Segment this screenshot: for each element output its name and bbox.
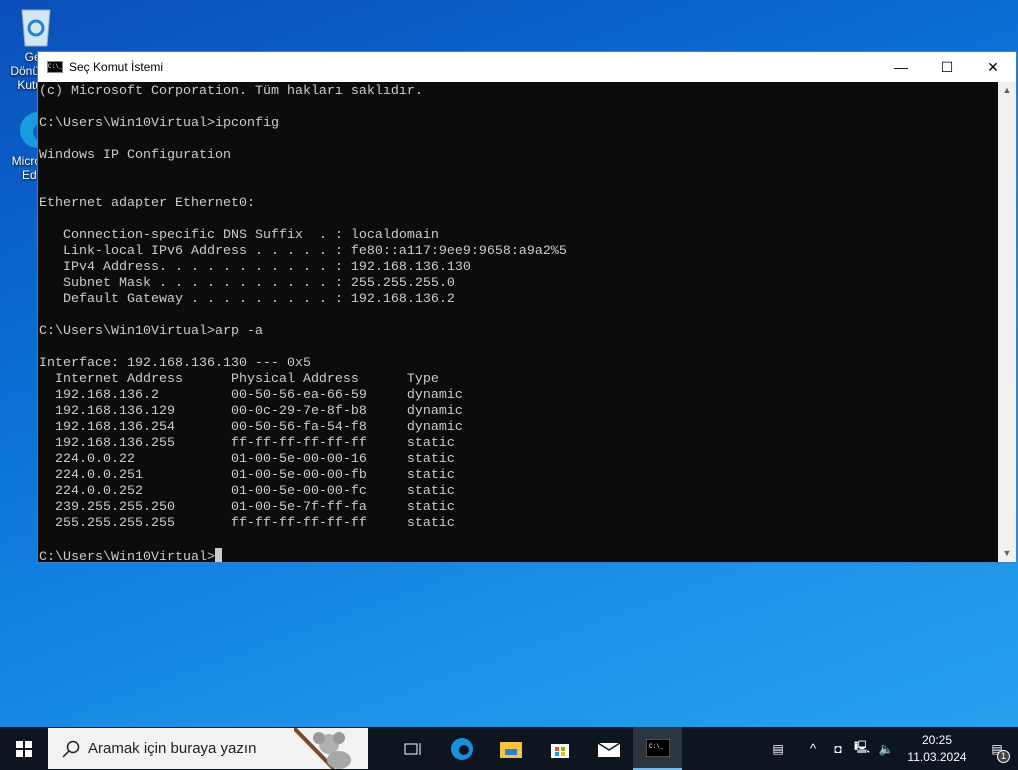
meet-now-icon[interactable]: ◘ <box>826 742 850 756</box>
cmd-icon: C:\_ <box>645 738 670 757</box>
console-line: 224.0.0.22 01-00-5e-00-00-16 static <box>39 452 455 467</box>
console-line: Windows IP Configuration <box>39 148 231 163</box>
search-placeholder: Aramak için buraya yazın <box>88 740 257 757</box>
console-line: 192.168.136.129 00-0c-29-7e-8f-b8 dynami… <box>39 404 463 419</box>
scroll-down-icon[interactable]: ▼ <box>998 545 1016 562</box>
console-line: C:\Users\Win10Virtual>arp -a <box>39 324 263 339</box>
scrollbar[interactable]: ▲ ▼ <box>998 82 1016 562</box>
time: 20:25 <box>921 732 953 747</box>
console-line: 192.168.136.2 00-50-56-ea-66-59 dynamic <box>39 388 463 403</box>
text-cursor <box>214 548 222 562</box>
search-box[interactable]: Aramak için buraya yazın <box>48 728 368 769</box>
date: 11.03.2024 <box>907 749 967 764</box>
mail-icon <box>597 741 620 757</box>
scroll-up-icon[interactable]: ▲ <box>998 82 1016 99</box>
console-line: Subnet Mask . . . . . . . . . . . : 255.… <box>39 276 455 291</box>
console-line: Link-local IPv6 Address . . . . . : fe80… <box>39 244 567 259</box>
notification-center-icon[interactable]: ▤ 1 <box>976 742 1018 763</box>
console-line: Ethernet adapter Ethernet0: <box>39 196 255 211</box>
minimize-button[interactable]: — <box>878 52 924 82</box>
taskbar-mail[interactable] <box>584 727 633 770</box>
console-line: C:\Users\Win10Virtual>ipconfig <box>39 116 279 131</box>
svg-text:C:\_: C:\_ <box>649 743 664 750</box>
console-line: 192.168.136.254 00-50-56-fa-54-f8 dynami… <box>39 420 463 435</box>
console-prompt: C:\Users\Win10Virtual> <box>39 550 215 562</box>
maximize-button[interactable]: ☐ <box>924 52 970 82</box>
network-icon[interactable]: 🖳 <box>850 738 874 759</box>
command-prompt-window: C:\_ Seç Komut İstemi — ☐ ✕ (c) Microsof… <box>37 51 1017 563</box>
console-line: Default Gateway . . . . . . . . . : 192.… <box>39 292 455 307</box>
taskbar-command-prompt[interactable]: C:\_ <box>633 727 682 770</box>
cmd-icon: C:\_ <box>47 61 63 73</box>
console-line: 224.0.0.251 01-00-5e-00-00-fb static <box>39 468 455 483</box>
search-icon <box>62 740 80 758</box>
console-line: Connection-specific DNS Suffix . : local… <box>39 228 439 243</box>
store-icon <box>550 743 569 758</box>
console-line: Interface: 192.168.136.130 --- 0x5 <box>39 356 311 371</box>
title-bar[interactable]: C:\_ Seç Komut İstemi — ☐ ✕ <box>38 52 1016 82</box>
console-prompt-line: C:\Users\Win10Virtual> <box>39 548 998 562</box>
clock[interactable]: 20:25 11.03.2024 <box>898 732 976 766</box>
taskbar-edge[interactable] <box>437 727 486 770</box>
console-output[interactable]: (c) Microsoft Corporation. Tüm hakları s… <box>38 82 998 562</box>
start-button[interactable] <box>0 727 48 770</box>
close-button[interactable]: ✕ <box>970 52 1016 82</box>
volume-icon[interactable]: 🔈 <box>874 742 898 756</box>
windows-icon <box>16 740 32 757</box>
console-line: IPv4 Address. . . . . . . . . . . : 192.… <box>39 260 471 275</box>
notification-badge: 1 <box>997 749 1010 763</box>
taskbar: Aramak için buraya yazın C:\_ ▤ ^ ◘ 🖳 🔈 … <box>0 727 1018 770</box>
console-line: 239.255.255.250 01-00-5e-7f-ff-fa static <box>39 500 455 515</box>
console-line: 192.168.136.255 ff-ff-ff-ff-ff-ff static <box>39 436 455 451</box>
console-line: Internet Address Physical Address Type <box>39 372 439 387</box>
taskbar-file-explorer[interactable] <box>486 727 535 770</box>
task-view-icon <box>404 742 420 755</box>
console-line: 224.0.0.252 01-00-5e-00-00-fc static <box>39 484 455 499</box>
console-line: 255.255.255.255 ff-ff-ff-ff-ff-ff static <box>39 516 455 531</box>
edge-icon <box>450 737 473 760</box>
news-widget-icon[interactable]: ▤ <box>756 742 800 756</box>
koala-illustration-icon <box>294 728 351 769</box>
recycle-bin-icon <box>16 4 56 48</box>
window-title: Seç Komut İstemi <box>69 60 164 74</box>
folder-icon <box>499 741 522 758</box>
taskbar-store[interactable] <box>535 727 584 770</box>
chevron-up-icon[interactable]: ^ <box>800 741 826 756</box>
console-line: (c) Microsoft Corporation. Tüm hakları s… <box>39 84 423 99</box>
task-view-button[interactable] <box>388 727 437 770</box>
